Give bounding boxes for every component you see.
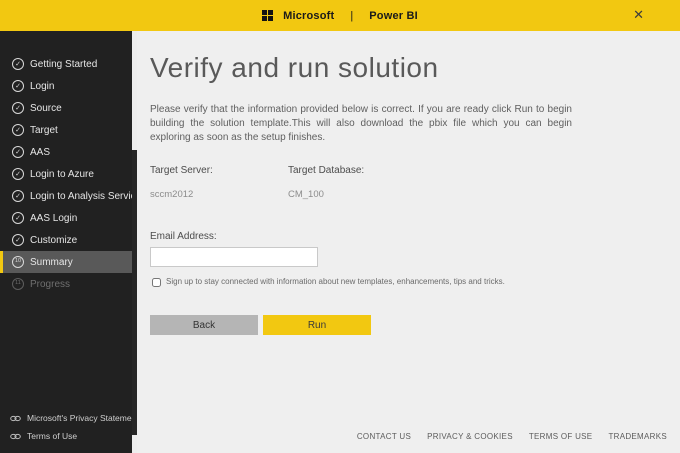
- signup-label: Sign up to stay connected with informati…: [166, 277, 505, 286]
- app-window: Microsoft | Power BI ✕ ✓ Getting Started ✓…: [0, 0, 680, 453]
- brand-microsoft: Microsoft: [283, 9, 335, 22]
- signup-row: Sign up to stay connected with informati…: [150, 277, 680, 287]
- run-button[interactable]: Run: [263, 315, 371, 335]
- footer-link-terms-of-use[interactable]: TERMS OF USE: [529, 432, 593, 441]
- email-input[interactable]: [150, 247, 318, 267]
- brand-powerbi: Power BI: [369, 9, 418, 22]
- check-circle-icon: ✓: [12, 102, 24, 114]
- back-button[interactable]: Back: [150, 315, 258, 335]
- target-database-label: Target Database:: [288, 165, 365, 176]
- sidebar-item-label: Target: [30, 124, 58, 136]
- sidebar-item-label: Customize: [30, 234, 78, 246]
- email-label: Email Address:: [150, 231, 217, 242]
- sidebar-item-source[interactable]: ✓ Source: [0, 97, 132, 119]
- check-circle-icon: ✓: [12, 124, 24, 136]
- footer-link-privacy-cookies[interactable]: PRIVACY & COOKIES: [427, 432, 513, 441]
- sidebar: ✓ Getting Started ✓ Login ✓ Source ✓ Target ✓ AAS…: [0, 31, 146, 453]
- sidebar-link-terms-of-use[interactable]: Terms of Use: [0, 427, 132, 445]
- signup-checkbox[interactable]: [152, 278, 161, 287]
- sidebar-item-label: Getting Started: [30, 58, 98, 70]
- sidebar-item-label: Login to Azure: [30, 168, 94, 180]
- sidebar-item-aas-login[interactable]: ✓ AAS Login: [0, 207, 132, 229]
- check-circle-icon: ✓: [12, 168, 24, 180]
- brand: Microsoft | Power BI: [262, 10, 418, 22]
- sidebar-item-label: AAS Login: [30, 212, 78, 224]
- check-circle-icon: ✓: [12, 146, 24, 158]
- sidebar-footer-links: Microsoft's Privacy Statement Terms of Us…: [0, 409, 139, 445]
- target-server-value: sccm2012: [150, 189, 194, 200]
- target-server-field: Target Server: sccm2012: [150, 165, 288, 200]
- check-circle-icon: ✓: [12, 190, 24, 202]
- page-description: Please verify that the information provi…: [150, 104, 572, 143]
- sidebar-item-summary[interactable]: 10 Summary: [0, 251, 132, 273]
- sidebar-item-login-to-azure[interactable]: ✓ Login to Azure: [0, 163, 132, 185]
- sidebar-item-login[interactable]: ✓ Login: [0, 75, 132, 97]
- sidebar-item-label: Summary: [30, 256, 73, 268]
- footer-link-contact-us[interactable]: CONTACT US: [357, 432, 411, 441]
- sidebar-link-label: Microsoft's Privacy Statement: [27, 413, 139, 423]
- step-list: ✓ Getting Started ✓ Login ✓ Source ✓ Target ✓ AAS…: [0, 31, 146, 295]
- sidebar-item-login-to-analysis-services[interactable]: ✓ Login to Analysis Services: [0, 185, 146, 207]
- check-circle-icon: ✓: [12, 234, 24, 246]
- summary-fields: Target Server: sccm2012 Target Database:…: [150, 165, 680, 200]
- sidebar-link-label: Terms of Use: [27, 431, 78, 441]
- target-database-value: CM_100: [288, 189, 324, 200]
- sidebar-item-progress[interactable]: 11 Progress: [0, 273, 132, 295]
- link-icon: [10, 415, 21, 421]
- action-buttons: Back Run: [150, 315, 680, 335]
- sidebar-item-label: Progress: [30, 278, 71, 290]
- brand-separator: |: [350, 9, 354, 22]
- link-icon: [10, 433, 21, 439]
- check-circle-icon: ✓: [12, 212, 24, 224]
- sidebar-item-label: Login: [30, 80, 55, 92]
- check-circle-icon: ✓: [12, 80, 24, 92]
- microsoft-logo-icon: [262, 10, 274, 21]
- close-icon[interactable]: ✕: [633, 8, 644, 22]
- page-title: Verify and run solution: [150, 52, 439, 83]
- sidebar-item-customize[interactable]: ✓ Customize: [0, 229, 132, 251]
- sidebar-link-microsoft-s-privacy-statement[interactable]: Microsoft's Privacy Statement: [0, 409, 139, 427]
- email-block: Email Address:: [150, 231, 680, 267]
- sidebar-item-label: AAS: [30, 146, 51, 158]
- sidebar-item-target[interactable]: ✓ Target: [0, 119, 132, 141]
- top-bar: Microsoft | Power BI ✕: [0, 0, 680, 31]
- check-circle-icon: ✓: [12, 58, 24, 70]
- sidebar-item-label: Source: [30, 102, 62, 114]
- footer-link-trademarks[interactable]: TRADEMARKS: [608, 432, 667, 441]
- sidebar-item-label: Login to Analysis Services: [30, 190, 147, 202]
- step-number-icon: 11: [12, 278, 24, 290]
- main-content: Verify and run solution Please verify th…: [137, 31, 680, 453]
- target-server-label: Target Server:: [150, 165, 213, 176]
- sidebar-item-getting-started[interactable]: ✓ Getting Started: [0, 53, 132, 75]
- target-database-field: Target Database: CM_100: [288, 165, 426, 200]
- footer: CONTACT US PRIVACY & COOKIES TERMS OF USE T…: [357, 432, 667, 441]
- step-number-icon: 10: [12, 256, 24, 268]
- sidebar-item-aas[interactable]: ✓ AAS: [0, 141, 132, 163]
